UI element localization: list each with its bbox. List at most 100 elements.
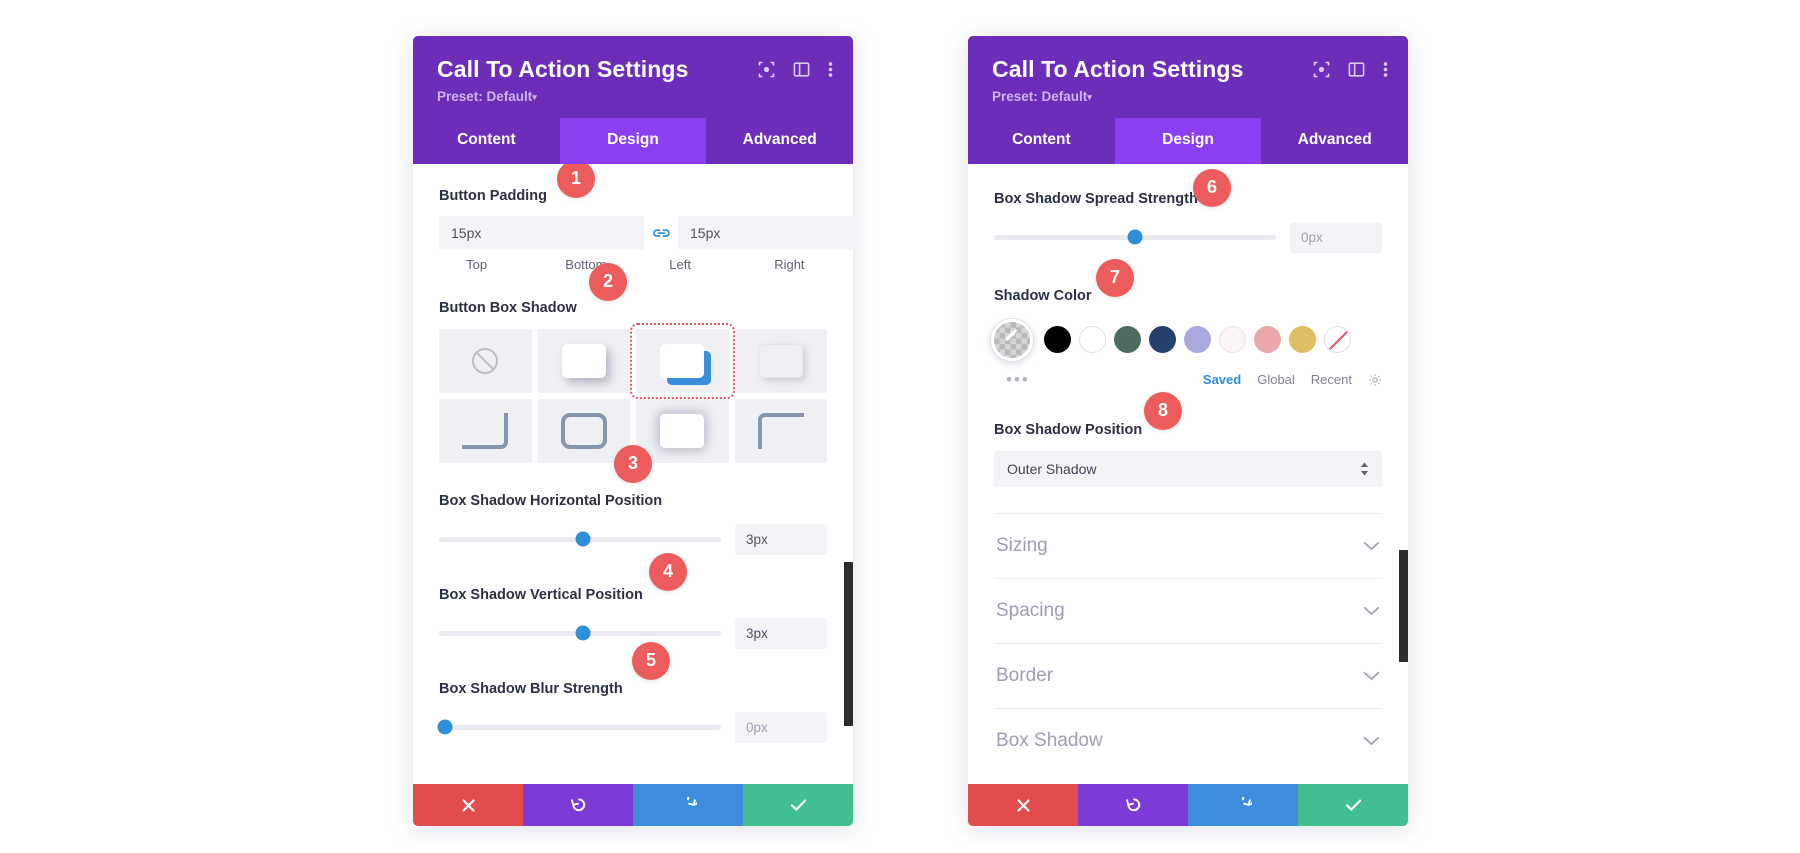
tab-design[interactable]: Design xyxy=(1114,117,1262,164)
swatch-offwhite[interactable] xyxy=(1219,326,1246,354)
gear-icon[interactable] xyxy=(1368,373,1382,387)
tab-content[interactable]: Content xyxy=(413,118,560,164)
field-label: Box Shadow Vertical Position xyxy=(439,586,643,603)
spread-strength-slider[interactable] xyxy=(994,229,1276,245)
vertical-position-slider[interactable] xyxy=(439,625,721,641)
shadow-preview xyxy=(560,412,607,449)
callout-badge-4: 4 xyxy=(649,552,687,591)
tab-advanced[interactable]: Advanced xyxy=(1261,118,1408,164)
field-label: Box Shadow Position xyxy=(994,421,1143,438)
kebab-menu-icon[interactable] xyxy=(1383,61,1388,78)
shadow-preview xyxy=(462,412,509,449)
color-picker-swatch[interactable] xyxy=(991,318,1033,361)
field-button-box-shadow: Button Box Shadow xyxy=(439,298,827,463)
shadow-preset-corner-tl[interactable] xyxy=(734,398,827,463)
accordion-item-sizing[interactable]: Sizing xyxy=(994,512,1382,578)
palette-meta-row: ••• Saved Global Recent xyxy=(994,370,1382,390)
slider-row: 0px xyxy=(437,711,827,743)
horizontal-position-value[interactable]: 3px xyxy=(735,523,827,555)
field-label: Button Padding xyxy=(439,187,547,204)
scrollbar-track[interactable] xyxy=(844,164,853,794)
shadow-preset-no-shadow[interactable] xyxy=(439,328,532,393)
scrollbar-track[interactable] xyxy=(1399,164,1408,794)
box-shadow-position-select[interactable]: Outer Shadow xyxy=(994,450,1382,487)
target-icon[interactable] xyxy=(758,61,775,78)
close-icon xyxy=(1016,798,1030,812)
undo-button[interactable] xyxy=(523,784,633,826)
tab-content[interactable]: Content xyxy=(968,118,1115,164)
settings-modal-right: Call To Action Settings Preset: Default▾ xyxy=(968,36,1408,826)
target-icon[interactable] xyxy=(1313,61,1330,78)
tab-bar: Content Design Advanced xyxy=(968,117,1408,164)
callout-badge-8: 8 xyxy=(1144,391,1182,430)
chevron-down-icon xyxy=(1363,606,1380,616)
save-button[interactable] xyxy=(1298,784,1408,826)
padding-bottom-input[interactable] xyxy=(678,215,853,250)
blur-strength-slider[interactable] xyxy=(437,719,721,735)
slider-knob[interactable] xyxy=(437,719,453,735)
spread-strength-value[interactable]: 0px xyxy=(1290,221,1382,253)
slider-row: 3px xyxy=(439,523,827,555)
field-label: Box Shadow Horizontal Position xyxy=(439,492,663,509)
swatch-black[interactable] xyxy=(1044,326,1071,354)
shadow-preset-subtle-inner[interactable] xyxy=(734,328,827,393)
swatch-green[interactable] xyxy=(1114,326,1141,354)
tab-design[interactable]: Design xyxy=(559,117,707,164)
slider-knob[interactable] xyxy=(575,625,591,641)
scrollbar-thumb[interactable] xyxy=(844,561,853,726)
chevron-down-icon xyxy=(1363,671,1380,681)
chevron-down-icon: ▾ xyxy=(532,91,537,102)
box-shadow-preset-grid xyxy=(439,322,827,463)
shadow-preset-corner-br[interactable] xyxy=(439,398,532,463)
scrollbar-thumb[interactable] xyxy=(1399,549,1408,662)
swatch-pink[interactable] xyxy=(1254,326,1281,354)
horizontal-position-slider[interactable] xyxy=(439,531,721,547)
color-swatch-row xyxy=(991,318,1382,361)
redo-button[interactable] xyxy=(1188,784,1298,826)
tab-advanced[interactable]: Advanced xyxy=(706,118,853,164)
layout-icon[interactable] xyxy=(793,61,810,78)
field-label: Box Shadow Blur Strength xyxy=(439,680,623,697)
palette-tab-recent[interactable]: Recent xyxy=(1311,372,1352,387)
accordion-item-spacing[interactable]: Spacing xyxy=(994,577,1382,643)
swatch-white[interactable] xyxy=(1079,326,1106,354)
field-box-shadow-blur-strength: Box Shadow Blur Strength 0px xyxy=(437,679,827,743)
padding-vertical-group xyxy=(439,215,853,250)
cancel-button[interactable] xyxy=(968,784,1078,826)
shadow-preset-soft-drop[interactable] xyxy=(537,328,630,393)
padding-top-input[interactable] xyxy=(439,215,644,250)
blur-strength-value[interactable]: 0px xyxy=(735,711,827,743)
vertical-position-value[interactable]: 3px xyxy=(735,617,827,649)
ellipsis-icon[interactable]: ••• xyxy=(994,370,1030,390)
shadow-preview xyxy=(660,413,705,448)
undo-button[interactable] xyxy=(1078,784,1188,826)
preset-selector[interactable]: Preset: Default▾ xyxy=(437,89,829,104)
no-shadow-icon xyxy=(472,347,499,374)
save-button[interactable] xyxy=(743,784,853,826)
panel-body: Button Padding 15px 15px Top Bottom Left… xyxy=(413,163,853,794)
accordion-item-border[interactable]: Border xyxy=(994,642,1382,708)
link-icon[interactable] xyxy=(644,226,678,240)
shadow-preset-glow[interactable] xyxy=(636,398,729,463)
palette-tab-saved[interactable]: Saved xyxy=(1203,372,1241,387)
preset-selector[interactable]: Preset: Default▾ xyxy=(992,89,1384,104)
panel-header: Call To Action Settings Preset: Default▾ xyxy=(413,36,853,118)
swatch-none[interactable] xyxy=(1324,326,1351,354)
slider-knob[interactable] xyxy=(1127,229,1143,245)
accordion-label: Sizing xyxy=(996,534,1048,556)
layout-icon[interactable] xyxy=(1348,61,1365,78)
shadow-preview xyxy=(660,343,705,378)
kebab-menu-icon[interactable] xyxy=(828,61,833,78)
eyedropper-icon xyxy=(1003,328,1022,352)
palette-tab-global[interactable]: Global xyxy=(1257,372,1295,387)
shadow-preset-hard-offset[interactable] xyxy=(630,322,735,399)
redo-button[interactable] xyxy=(633,784,743,826)
cancel-button[interactable] xyxy=(413,784,523,826)
accordion-item-box-shadow[interactable]: Box Shadow xyxy=(994,707,1382,773)
accordion-label: Border xyxy=(996,664,1054,686)
slider-knob[interactable] xyxy=(575,531,591,547)
swatch-gold[interactable] xyxy=(1289,326,1316,354)
callout-badge-1: 1 xyxy=(557,163,595,198)
swatch-periwinkle[interactable] xyxy=(1184,326,1211,354)
swatch-navy[interactable] xyxy=(1149,326,1176,354)
